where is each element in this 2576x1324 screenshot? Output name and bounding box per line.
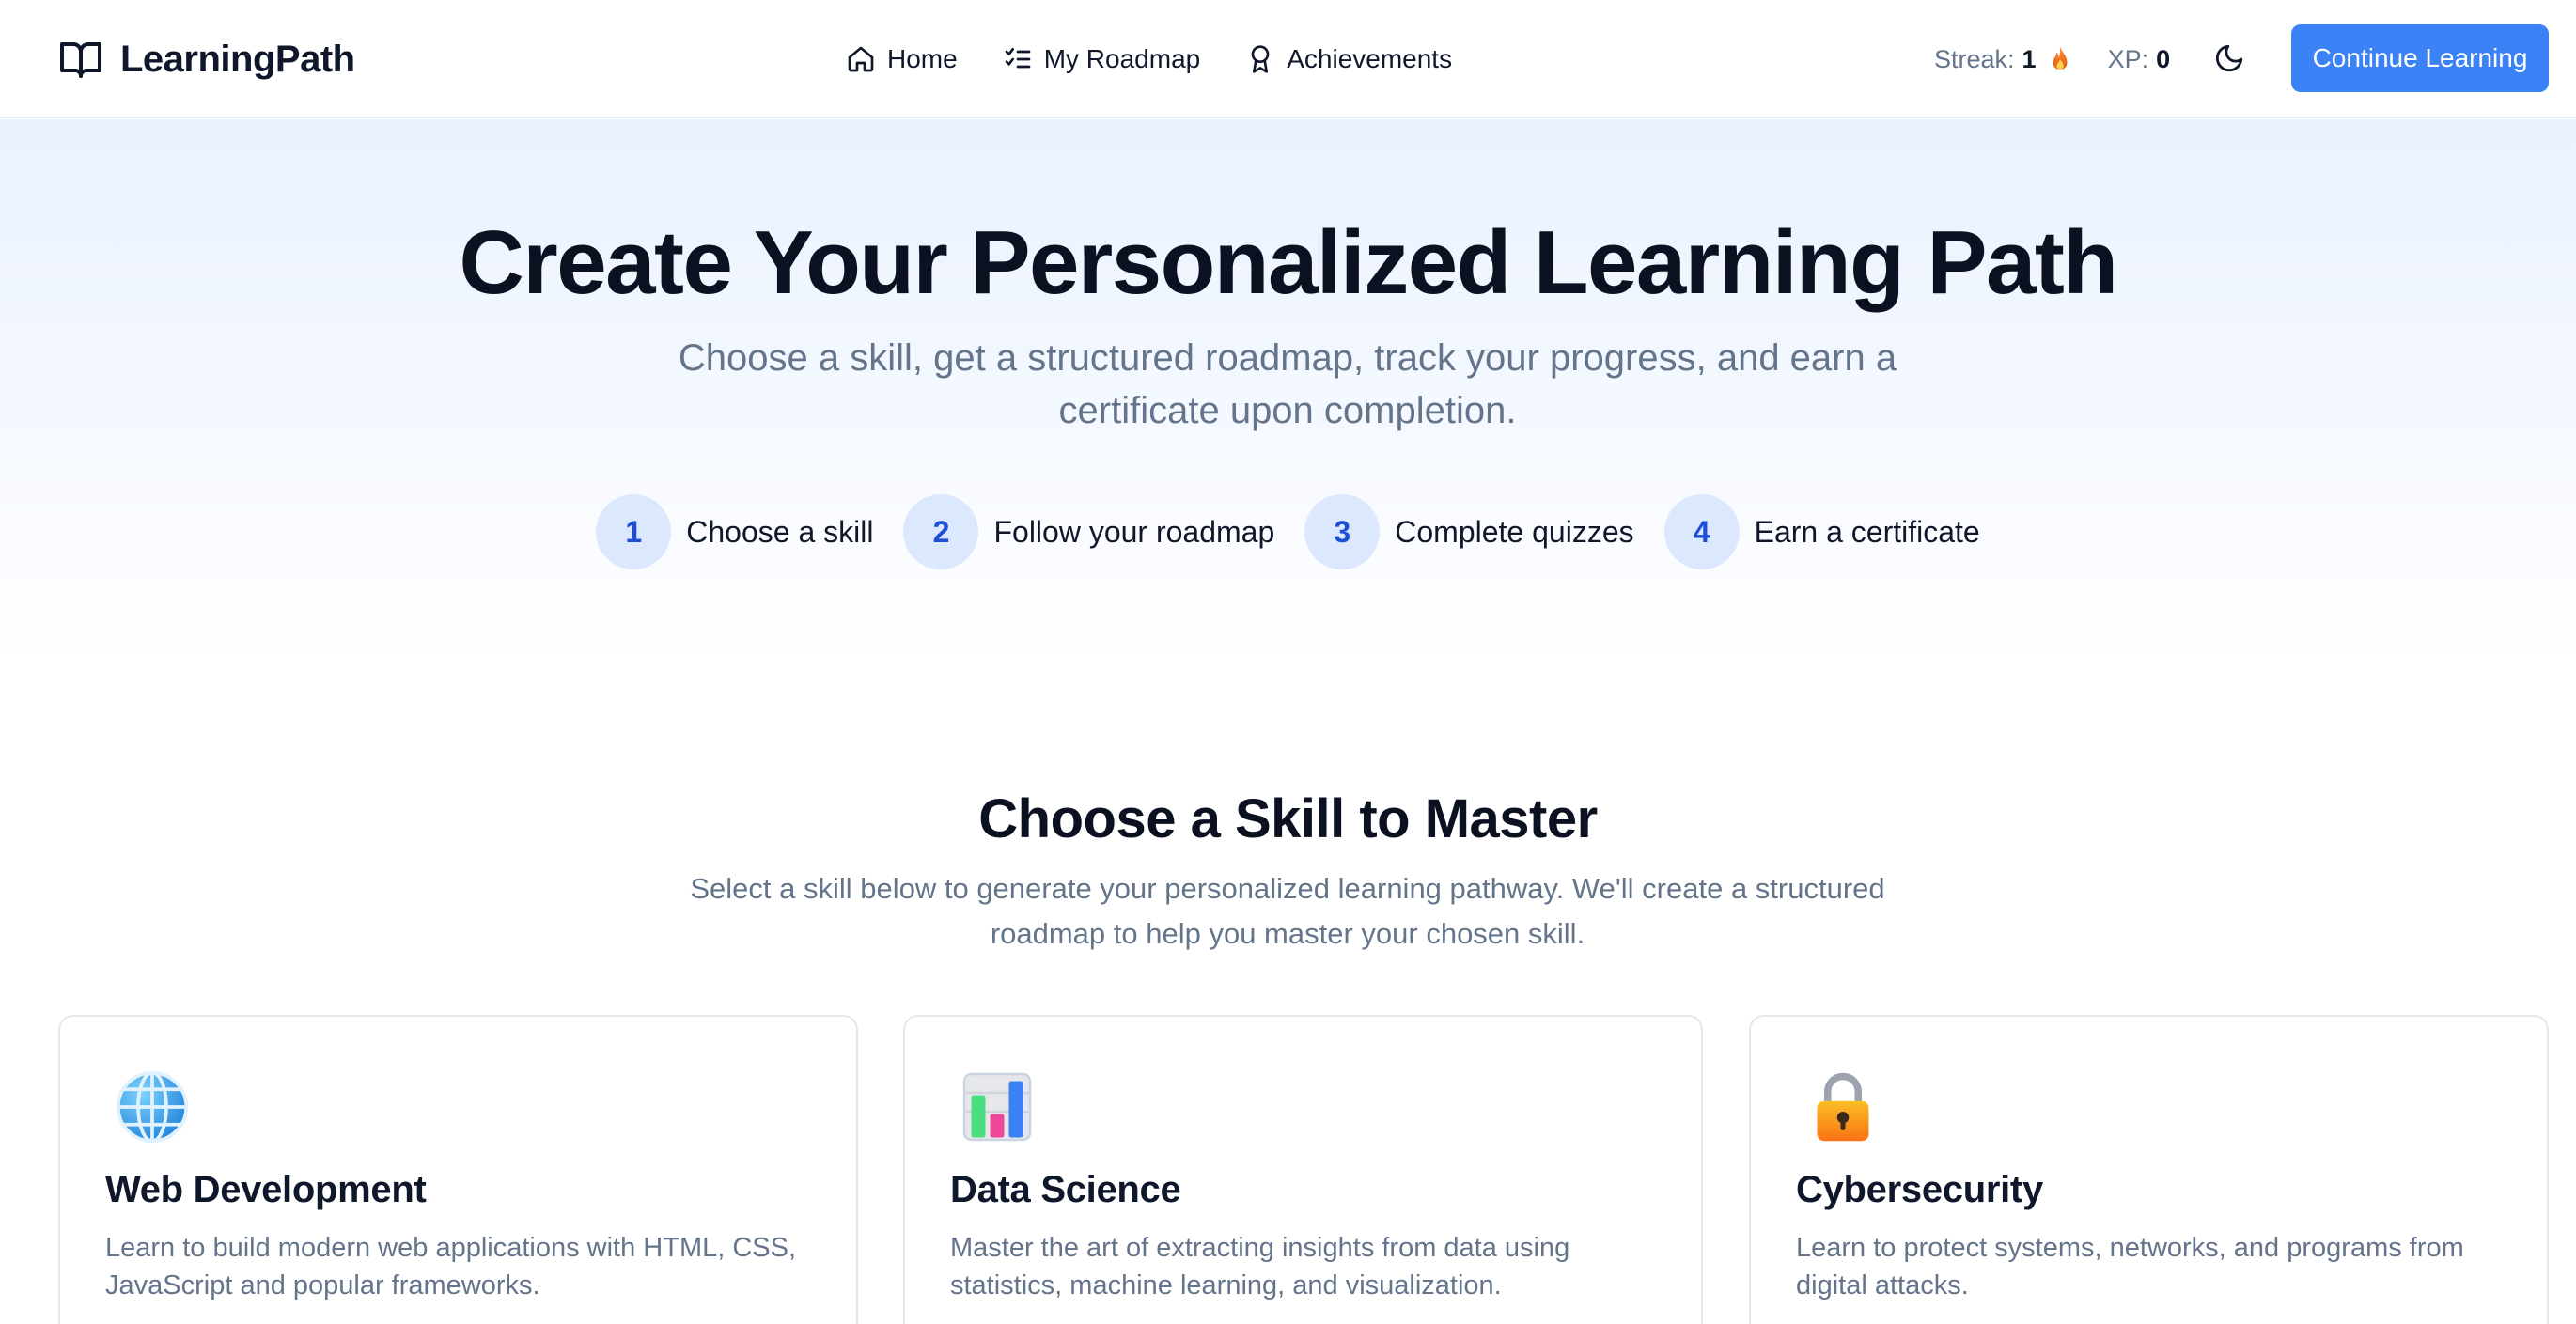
checklist-icon	[1005, 48, 1031, 69]
nav-item-my-roadmap[interactable]: My Roadmap	[1003, 44, 1201, 74]
top-navbar: LearningPath Home My Roadmap Achievement…	[0, 0, 2576, 118]
brand-logo[interactable]: LearningPath	[58, 34, 355, 85]
step-item: 4 Earn a certificate	[1663, 494, 1980, 569]
globe-icon	[116, 1070, 189, 1144]
skill-card-description: Master the art of extracting insights fr…	[950, 1233, 1570, 1301]
step-label: Earn a certificate	[1754, 514, 1980, 549]
step-number-badge: 2	[903, 494, 979, 569]
award-ribbon-icon	[1251, 45, 1270, 73]
step-item: 1 Choose a skill	[596, 494, 873, 569]
skills-section-subtitle: Select a skill below to generate your pe…	[690, 872, 1885, 950]
skill-card-web-development[interactable]: Web Development Learn to build modern we…	[58, 1015, 858, 1324]
skill-card-cybersecurity[interactable]: Cybersecurity Learn to protect systems, …	[1749, 1015, 2549, 1324]
skill-card-data-science[interactable]: Data Science Master the art of extractin…	[903, 1015, 1703, 1324]
xp-stat: XP: 0	[2108, 45, 2171, 74]
skill-card-title: Data Science	[950, 1169, 1181, 1210]
step-item: 2 Follow your roadmap	[903, 494, 1274, 569]
streak-stat: Streak: 1	[1934, 45, 2072, 74]
home-icon	[848, 46, 874, 72]
step-label: Follow your roadmap	[993, 514, 1275, 549]
fire-icon	[2053, 46, 2068, 70]
skill-card-description: Learn to build modern web applications w…	[105, 1233, 797, 1301]
padlock-icon	[1817, 1072, 1869, 1142]
step-label: Complete quizzes	[1395, 514, 1634, 549]
step-item: 3 Complete quizzes	[1304, 494, 1634, 569]
skill-card-title: Web Development	[105, 1169, 427, 1210]
xp-label: XP:	[2107, 44, 2149, 73]
user-stats: Streak: 1 XP: 0	[1934, 34, 2170, 85]
hero-title: Create Your Personalized Learning Path	[459, 212, 2118, 313]
step-label: Choose a skill	[686, 514, 874, 549]
streak-label: Streak:	[1934, 44, 2015, 73]
skill-card-title: Cybersecurity	[1796, 1169, 2043, 1210]
nav-item-label: Home	[887, 44, 958, 73]
nav-item-achievements[interactable]: Achievements	[1245, 44, 1452, 74]
hero-section: Create Your Personalized Learning Path C…	[0, 119, 2576, 664]
nav-item-home[interactable]: Home	[846, 44, 958, 74]
main-nav: Home My Roadmap Achievements	[846, 34, 1452, 85]
step-number-badge: 4	[1663, 494, 1740, 569]
skill-card-description: Learn to protect systems, networks, and …	[1796, 1233, 2464, 1301]
steps-list: 1 Choose a skill 2 Follow your roadmap 3…	[0, 493, 2576, 570]
continue-learning-button[interactable]: Continue Learning	[2291, 24, 2549, 92]
streak-value: 1	[2022, 44, 2037, 73]
theme-toggle-button[interactable]	[2210, 39, 2248, 77]
bar-chart-icon	[962, 1072, 1032, 1142]
step-number-badge: 3	[1304, 494, 1381, 569]
nav-item-label: My Roadmap	[1043, 44, 1201, 73]
open-book-icon	[60, 42, 101, 78]
skills-section-title: Choose a Skill to Master	[978, 788, 1598, 849]
moon-icon	[2215, 44, 2243, 72]
nav-item-label: Achievements	[1287, 44, 1453, 73]
brand-name: LearningPath	[120, 38, 355, 80]
step-number-badge: 1	[596, 494, 672, 569]
hero-subtitle: Choose a skill, get a structured roadmap…	[678, 337, 1897, 431]
xp-value: 0	[2156, 44, 2171, 73]
